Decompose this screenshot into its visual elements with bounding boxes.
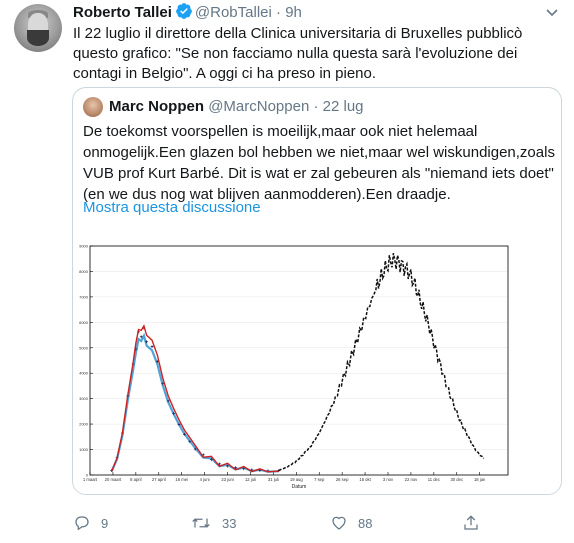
chart-y-tick-label: 9000 bbox=[79, 244, 89, 249]
verified-badge-icon bbox=[175, 2, 193, 26]
chart-x-tick-label: 1 maart bbox=[83, 477, 98, 482]
chart-x-axis-label: Datum bbox=[292, 484, 307, 490]
chart-x-tick-label: 31 juli bbox=[268, 477, 279, 482]
show-thread-link[interactable]: Mostra questa discussione bbox=[83, 199, 261, 216]
retweet-count: 33 bbox=[222, 515, 237, 531]
chart-x-tick-label: 26 sep bbox=[336, 477, 349, 482]
quoted-author-name: Marc Noppen bbox=[109, 98, 205, 115]
quoted-tweet-header: Marc Noppen @MarcNoppen · 22 lug bbox=[109, 97, 364, 117]
like-count: 88 bbox=[358, 515, 373, 531]
chart-x-tick-label: 19 aug bbox=[290, 477, 303, 482]
tweet-time[interactable]: 9h bbox=[285, 4, 302, 21]
chart-x-tick-label: 12 juli bbox=[245, 477, 256, 482]
chart-x-tick-label: 15 okt bbox=[359, 477, 371, 482]
projection-chart[interactable]: 0100020003000400050006000700080009000 1 … bbox=[73, 238, 561, 495]
quoted-tweet-card[interactable]: Marc Noppen @MarcNoppen · 22 lug De toek… bbox=[72, 87, 562, 495]
chart-x-tick-label: 7 sep bbox=[314, 477, 325, 482]
chart-x-tick-label: 22 nov bbox=[405, 477, 418, 482]
tweet-actions: 9 33 88 bbox=[0, 508, 574, 538]
chart-x-tick-label: 3 nov bbox=[383, 477, 394, 482]
tweet-header: Roberto Tallei @RobTallei · 9h bbox=[73, 2, 302, 26]
chart-x-tick-label: 8 april bbox=[130, 477, 141, 482]
chart-x-tick-label: 27 april bbox=[152, 477, 166, 482]
heart-icon bbox=[332, 516, 346, 530]
reply-button[interactable]: 9 bbox=[73, 514, 108, 532]
chart-y-tick-label: 3000 bbox=[79, 396, 89, 401]
chart-y-tick-label: 6000 bbox=[79, 320, 89, 325]
like-button[interactable]: 88 bbox=[330, 514, 372, 532]
retweet-icon bbox=[192, 518, 210, 528]
chart-y-tick-label: 1000 bbox=[79, 447, 89, 452]
reply-count: 9 bbox=[101, 515, 109, 531]
chart-y-tick-label: 2000 bbox=[79, 422, 89, 427]
chart-y-tick-label: 5000 bbox=[79, 345, 89, 350]
quoted-tweet-text: De toekomst voorspellen is moeilijk,maar… bbox=[83, 123, 555, 203]
chart-background bbox=[73, 238, 561, 494]
chart-x-tick-label: 11 dec bbox=[428, 477, 440, 482]
author-handle[interactable]: @RobTallei bbox=[195, 4, 272, 21]
chart-x-tick-label: 16 mei bbox=[175, 477, 188, 482]
quoted-separator-dot: · bbox=[313, 98, 319, 115]
author-avatar[interactable] bbox=[14, 4, 62, 52]
author-name[interactable]: Roberto Tallei bbox=[73, 4, 172, 21]
retweet-button[interactable]: 33 bbox=[190, 514, 236, 532]
chart-y-tick-label: 4000 bbox=[79, 371, 89, 376]
chart-x-tick-label: 18 jan bbox=[474, 477, 486, 482]
share-icon bbox=[464, 515, 478, 530]
avatar-beard bbox=[27, 30, 49, 46]
chart-y-tick-label: 8000 bbox=[79, 269, 89, 274]
chart-x-tick-label: 23 juni bbox=[221, 477, 233, 482]
separator-dot: · bbox=[276, 4, 282, 21]
reply-icon bbox=[75, 516, 89, 531]
quoted-author-handle: @MarcNoppen bbox=[208, 98, 310, 115]
chart-x-tick-label: 30 dec bbox=[450, 477, 463, 482]
chart-y-tick-label: 7000 bbox=[79, 294, 89, 299]
share-button[interactable] bbox=[462, 514, 490, 532]
quoted-author-avatar bbox=[83, 97, 103, 117]
chevron-down-icon[interactable] bbox=[544, 4, 560, 20]
tweet-text: Il 22 luglio il direttore della Clinica … bbox=[73, 25, 523, 82]
quoted-tweet-time: 22 lug bbox=[322, 98, 364, 115]
chart-x-tick-label: 20 maart bbox=[105, 477, 122, 482]
chart-x-tick-label: 4 juni bbox=[200, 477, 210, 482]
